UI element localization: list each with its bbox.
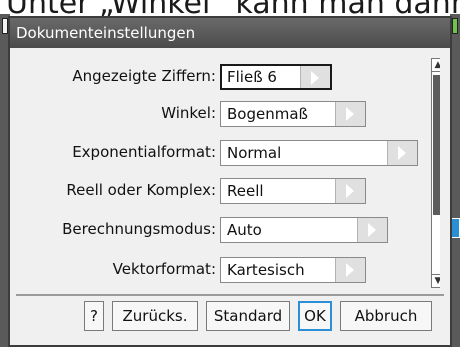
dropdown-arrow-icon[interactable] bbox=[335, 102, 365, 126]
dialog-title: Dokumenteinstellungen bbox=[10, 18, 450, 48]
reset-button[interactable]: Zurücks. bbox=[112, 301, 198, 331]
document-settings-dialog: Dokumenteinstellungen Angezeigte Ziffern… bbox=[8, 16, 452, 347]
setting-label-exponential: Exponentialformat: bbox=[72, 143, 216, 161]
real-complex-select[interactable]: Reell bbox=[220, 178, 366, 204]
battery-icon bbox=[452, 18, 458, 34]
settings-panel: Angezeigte Ziffern: Fließ 6 Winkel: Boge… bbox=[22, 58, 440, 288]
cancel-button[interactable]: Abbruch bbox=[340, 301, 432, 331]
angle-select[interactable]: Bogenmaß bbox=[220, 101, 366, 127]
standard-button[interactable]: Standard bbox=[206, 301, 290, 331]
calculation-mode-select[interactable]: Auto bbox=[220, 217, 388, 243]
scroll-up-icon[interactable]: ▲ bbox=[432, 59, 440, 72]
setting-row-real-complex: Reell oder Komplex: Reell bbox=[22, 176, 426, 204]
scrollbar-thumb[interactable] bbox=[433, 75, 440, 215]
dropdown-arrow-icon[interactable] bbox=[357, 218, 387, 242]
dropdown-arrow-icon[interactable] bbox=[387, 141, 417, 165]
vector-format-select[interactable]: Kartesisch bbox=[220, 257, 366, 283]
help-button[interactable]: ? bbox=[84, 301, 104, 331]
setting-row-exponential: Exponentialformat: Normal bbox=[22, 138, 426, 166]
real-complex-value: Reell bbox=[227, 182, 264, 200]
setting-label-real-complex: Reell oder Komplex: bbox=[66, 181, 216, 199]
vector-format-value: Kartesisch bbox=[227, 261, 305, 279]
calculation-mode-value: Auto bbox=[227, 221, 262, 239]
setting-row-digits: Angezeigte Ziffern: Fließ 6 bbox=[22, 62, 426, 90]
scroll-down-icon[interactable]: ▼ bbox=[432, 274, 440, 287]
dropdown-arrow-icon[interactable] bbox=[335, 258, 365, 282]
setting-label-vector: Vektorformat: bbox=[112, 260, 216, 278]
exponential-format-select[interactable]: Normal bbox=[220, 140, 418, 166]
dropdown-arrow-icon[interactable] bbox=[300, 66, 330, 88]
settings-scrollbar[interactable]: ▲ ▼ bbox=[431, 58, 440, 288]
button-divider bbox=[16, 294, 444, 296]
digits-select-value: Fließ 6 bbox=[227, 68, 277, 86]
digits-select[interactable]: Fließ 6 bbox=[220, 64, 332, 90]
setting-row-calc-mode: Berechnungsmodus: Auto bbox=[22, 215, 426, 243]
setting-label-digits: Angezeigte Ziffern: bbox=[72, 67, 216, 85]
setting-row-angle: Winkel: Bogenmaß bbox=[22, 99, 426, 127]
setting-label-calc-mode: Berechnungsmodus: bbox=[62, 220, 216, 238]
setting-row-vector: Vektorformat: Kartesisch bbox=[22, 255, 426, 283]
exponential-format-value: Normal bbox=[227, 144, 282, 162]
setting-label-angle: Winkel: bbox=[161, 104, 216, 122]
dropdown-arrow-icon[interactable] bbox=[335, 179, 365, 203]
angle-select-value: Bogenmaß bbox=[227, 105, 308, 123]
ok-button[interactable]: OK bbox=[298, 301, 332, 331]
